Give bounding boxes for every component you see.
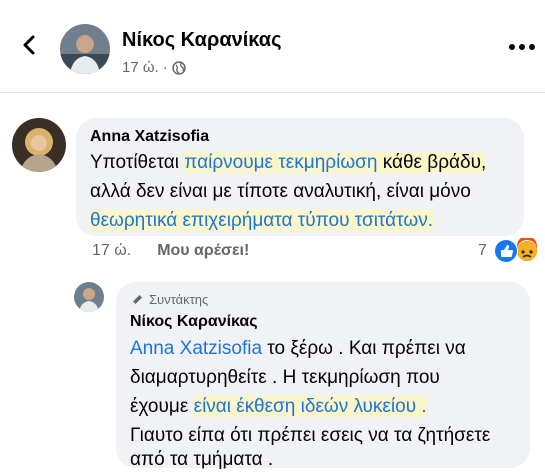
- post-time[interactable]: 17 ώ.: [122, 59, 159, 76]
- like-reaction-icon: [494, 239, 518, 263]
- comment-actions: 17 ώ. Μου αρέσει!: [92, 242, 249, 260]
- reply-text-line: διαμαρτυρηθείτε . Η τεκμηρίωση που: [130, 367, 440, 388]
- post-meta: 17 ώ. ·: [122, 59, 186, 76]
- highlighted-link-text[interactable]: θεωρητικά επιχειρήματα τύπου τσιτάτων.: [90, 210, 434, 231]
- reaction-icons[interactable]: [493, 236, 541, 264]
- comment-text: Υποτίθεται: [90, 152, 185, 173]
- reaction-count[interactable]: 7: [478, 242, 487, 260]
- badge-label: Συντάκτης: [149, 292, 209, 307]
- author-badge: Συντάκτης: [130, 292, 208, 307]
- highlighted-link-text[interactable]: παίρνουμε τεκμηρίωση: [184, 152, 378, 173]
- reply-text-line: από τα τμήματα .: [130, 449, 274, 470]
- more-options-button[interactable]: [508, 40, 536, 52]
- angry-reaction-icon: [515, 236, 539, 263]
- chevron-left-icon: [23, 35, 35, 55]
- separator-dot: ·: [162, 59, 168, 76]
- reply-text: έχουμε: [130, 396, 194, 417]
- comment-text-line: Υποτίθεται παίρνουμε τεκμηρίωση κάθε βρά…: [90, 148, 487, 177]
- mention-link[interactable]: Anna Xatzisofia: [130, 338, 262, 359]
- highlighted-text: κάθε βράδυ,: [377, 152, 487, 173]
- globe-icon: [171, 60, 186, 75]
- reply-author[interactable]: Νίκος Καρανίκας: [130, 313, 258, 331]
- comment-author[interactable]: Anna Xatzisofia: [90, 128, 209, 146]
- reply-author-avatar[interactable]: [74, 282, 104, 312]
- ellipsis-icon: [509, 44, 535, 50]
- commenter-avatar[interactable]: [12, 118, 66, 172]
- header-divider: [0, 92, 545, 93]
- comment-time[interactable]: 17 ώ.: [92, 242, 131, 260]
- author-name[interactable]: Νίκος Καρανίκας: [122, 29, 281, 52]
- back-button[interactable]: [14, 30, 44, 60]
- like-button[interactable]: Μου αρέσει!: [157, 242, 249, 260]
- reply-text-line: έχουμε είναι έκθεση ιδεών λυκείου .: [130, 392, 427, 421]
- post-header: Νίκος Καρανίκας 17 ώ. ·: [0, 0, 545, 92]
- comment-text-line: θεωρητικά επιχειρήματα τύπου τσιτάτων.: [90, 206, 434, 235]
- comment-text-line: αλλά δεν είναι με τίποτε αναλυτική, είνα…: [90, 181, 471, 202]
- reply-text-line: Anna Xatzisofia το ξέρω . Και πρέπει να: [130, 334, 466, 363]
- reply-text: το ξέρω . Και πρέπει να: [262, 338, 466, 359]
- reply-text-line: Γιαυτο είπα ότι πρέπει εσεις να τα ζητήσ…: [130, 425, 491, 446]
- author-avatar[interactable]: [60, 24, 110, 74]
- highlighted-link-text[interactable]: είναι έκθεση ιδεών λυκείου .: [193, 396, 427, 417]
- pencil-icon: [132, 294, 142, 305]
